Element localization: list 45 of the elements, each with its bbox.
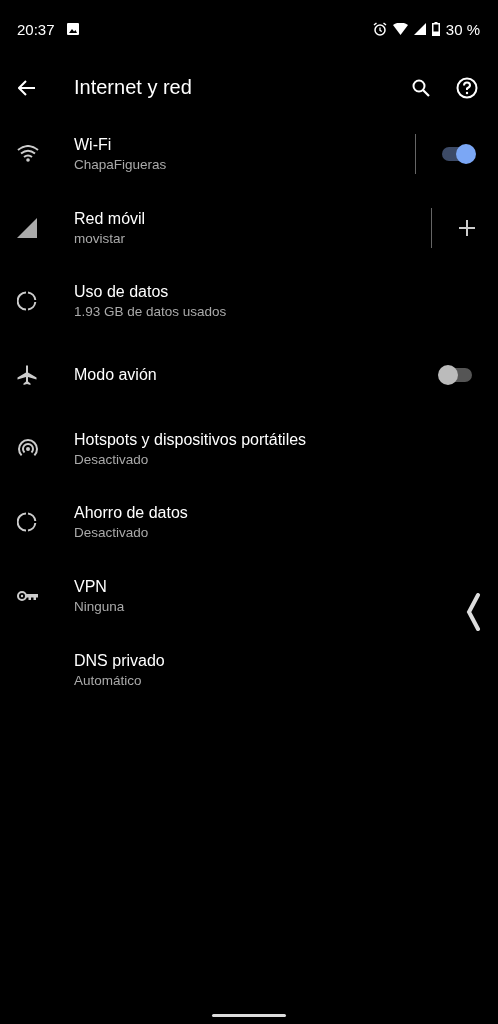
help-icon xyxy=(456,76,478,99)
item-summary: ChapaFigueras xyxy=(74,156,168,172)
wifi-signal-icon xyxy=(392,23,408,35)
item-title: Ahorro de datos xyxy=(74,504,189,523)
item-title: VPN xyxy=(74,577,108,596)
home-handle[interactable] xyxy=(212,1014,286,1017)
settings-item[interactable]: Modo avión xyxy=(0,338,498,412)
search-icon xyxy=(412,78,430,97)
image-icon xyxy=(66,23,79,35)
settings-item[interactable]: Red móvil movistar xyxy=(0,190,498,265)
key-icon xyxy=(17,589,39,602)
item-summary: Automático xyxy=(74,672,143,688)
status-time: 20:37 xyxy=(17,20,55,38)
add-button[interactable] xyxy=(458,218,476,237)
cell-signal-icon xyxy=(413,23,426,35)
settings-item[interactable]: Hotspots y dispositivos portátiles Desactivado xyxy=(0,411,498,486)
wifi-icon xyxy=(17,145,39,163)
alarm-icon xyxy=(372,22,387,36)
item-summary: Desactivado xyxy=(74,525,150,541)
page-title: Internet y red xyxy=(74,76,192,99)
settings-item[interactable]: Uso de datos 1.93 GB de datos usados xyxy=(0,264,498,339)
signal-icon xyxy=(17,217,37,238)
chevron-left-icon[interactable] xyxy=(465,593,481,631)
item-title: Modo avión xyxy=(74,365,158,384)
data-usage-icon xyxy=(17,291,37,312)
back-arrow-icon xyxy=(18,79,36,96)
item-summary: 1.93 GB de datos usados xyxy=(74,304,228,320)
item-title: Wi-Fi xyxy=(74,135,113,154)
item-summary: Ninguna xyxy=(74,598,126,614)
airplane-icon xyxy=(17,364,37,385)
battery-icon xyxy=(431,22,440,36)
item-summary: movistar xyxy=(74,230,126,246)
settings-item[interactable]: Ahorro de datos Desactivado xyxy=(0,485,498,560)
hotspot-icon xyxy=(17,438,39,459)
plus-icon xyxy=(458,218,476,237)
item-title: DNS privado xyxy=(74,651,166,670)
battery-percent: 30 % xyxy=(445,20,480,38)
item-title: Hotspots y dispositivos portátiles xyxy=(74,430,308,449)
settings-item[interactable]: DNS privado Automático xyxy=(0,632,498,707)
item-summary: Desactivado xyxy=(74,451,150,467)
item-title: Uso de datos xyxy=(74,283,170,302)
item-title: Red móvil xyxy=(74,209,147,228)
settings-item[interactable]: VPN Ninguna xyxy=(0,559,498,633)
data-usage-icon xyxy=(17,512,37,533)
settings-item[interactable]: Wi-Fi ChapaFigueras xyxy=(0,117,498,191)
